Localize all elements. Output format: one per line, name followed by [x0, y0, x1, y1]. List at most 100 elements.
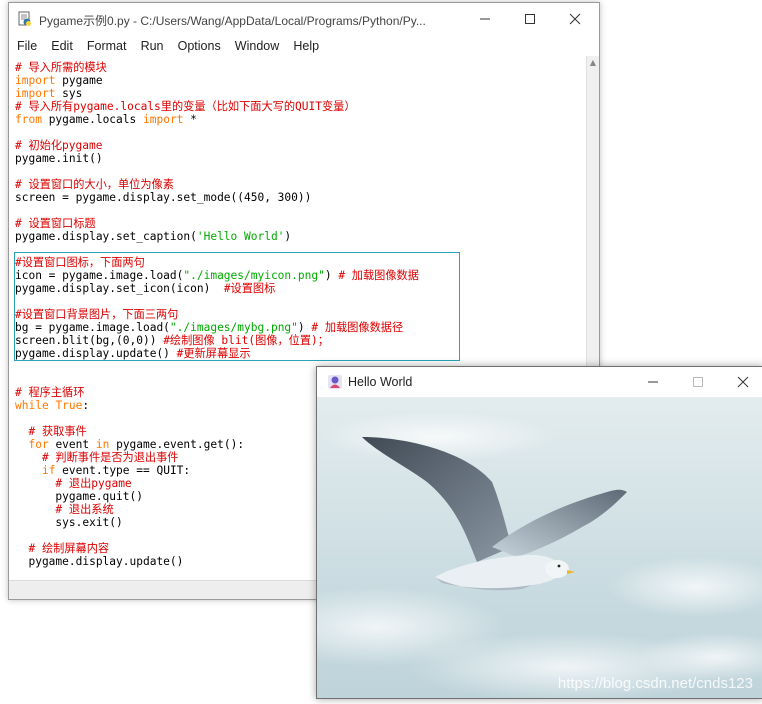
code-token: ) [284, 230, 292, 243]
pygame-close-button[interactable] [720, 367, 762, 397]
code-token: #设置窗口背景图片，下面三两句 [15, 308, 179, 321]
idle-titlebar[interactable]: Pygame示例0.py - C:/Users/Wang/AppData/Loc… [9, 3, 599, 35]
code-token: # 程序主循环 [15, 386, 85, 399]
code-token: event.type == QUIT: [55, 464, 191, 477]
code-token: import [143, 113, 184, 126]
menu-window[interactable]: Window [235, 36, 279, 56]
python-idle-icon [18, 11, 31, 26]
code-token: while [15, 399, 49, 412]
code-token: pygame.display.update() [15, 347, 177, 360]
code-token: pygame [55, 74, 103, 87]
close-icon [737, 376, 749, 388]
code-token: #设置窗口图标，下面两句 [15, 256, 145, 269]
code-token: # 退出pygame [15, 477, 132, 490]
menu-edit[interactable]: Edit [51, 36, 73, 56]
code-line: for event in pygame.event.get(): [15, 438, 244, 451]
code-token: pygame.display.update() [15, 555, 184, 568]
pygame-minimize-button[interactable] [630, 367, 676, 397]
close-button[interactable] [552, 3, 598, 35]
menu-help[interactable]: Help [293, 36, 319, 56]
code-line: #设置窗口图标，下面两句 [15, 256, 145, 269]
code-line: screen = pygame.display.set_mode((450, 3… [15, 191, 311, 204]
minimize-icon [648, 381, 658, 383]
maximize-icon [693, 377, 703, 387]
code-line: while True: [15, 399, 89, 412]
code-line: bg = pygame.image.load("./images/mybg.pn… [15, 321, 403, 334]
code-token: for [28, 438, 49, 451]
pygame-window: Hello World https://blog.csdn.net/cnds12… [316, 366, 762, 699]
menu-options[interactable]: Options [178, 36, 221, 56]
code-token: sys.exit() [15, 516, 123, 529]
code-token: pygame.display.set_caption( [15, 230, 197, 243]
menu-run[interactable]: Run [141, 36, 164, 56]
code-line: # 程序主循环 [15, 386, 84, 399]
code-line: if event.type == QUIT: [15, 464, 190, 477]
code-token: # 初始化pygame [15, 139, 103, 152]
code-token: * [183, 113, 197, 126]
code-line: pygame.display.set_caption('Hello World'… [15, 230, 291, 243]
minimize-icon [480, 18, 490, 20]
code-token: # 判断事件是否为退出事件 [15, 451, 179, 464]
code-token: 'Hello World' [196, 230, 285, 243]
code-token: pygame.display.set_icon(icon) [15, 282, 224, 295]
code-token: # 加载图像数据 [338, 269, 419, 282]
code-token: bg = pygame.image.load( [15, 321, 170, 334]
code-token: pygame.event.get(): [109, 438, 245, 451]
seagull-background-image [317, 412, 762, 698]
code-line: pygame.display.update() [15, 555, 183, 568]
close-icon [569, 13, 581, 25]
code-line: # 导入所需的模块 [15, 61, 107, 74]
code-line: # 判断事件是否为退出事件 [15, 451, 179, 464]
code-token: # 获取事件 [15, 425, 87, 438]
menu-file[interactable]: File [17, 36, 37, 56]
code-token: from [15, 113, 42, 126]
code-line: icon = pygame.image.load("./images/myico… [15, 269, 419, 282]
code-line: import sys [15, 87, 82, 100]
pygame-maximize-button[interactable] [675, 367, 721, 397]
code-token: import [15, 74, 56, 87]
maximize-button[interactable] [507, 3, 553, 35]
menubar: File Edit Format Run Options Window Help [9, 35, 599, 55]
code-token: True [55, 399, 83, 412]
code-token: if [41, 464, 56, 477]
code-token: event [48, 438, 96, 451]
code-token: # 设置窗口的大小，单位为像素 [15, 178, 174, 191]
code-token: pygame.locals [41, 113, 143, 126]
window-title: Pygame示例0.py - C:/Users/Wang/AppData/Loc… [39, 14, 426, 28]
code-token: sys [55, 87, 83, 100]
code-token: "./images/mybg.png" [169, 321, 298, 334]
code-token: #设置图标 [223, 282, 276, 295]
code-token: import [15, 87, 56, 100]
code-line: # 设置窗口的大小，单位为像素 [15, 178, 174, 191]
code-line: screen.blit(bg,(0,0)) #绘制图像 blit(图像，位置)； [15, 334, 329, 347]
code-line: # 获取事件 [15, 425, 87, 438]
maximize-icon [525, 14, 535, 24]
code-token: : [82, 399, 90, 412]
code-token: # 导入所有pygame.locals里的变量（比如下面大写的QUIT变量） [15, 100, 356, 113]
code-token: "./images/myicon.png" [183, 269, 325, 282]
code-token: # 设置窗口标题 [15, 217, 96, 230]
code-token: in [95, 438, 110, 451]
code-line: # 导入所有pygame.locals里的变量（比如下面大写的QUIT变量） [15, 100, 356, 113]
code-token: # 加载图像数据径 [311, 321, 404, 334]
pygame-titlebar[interactable]: Hello World [317, 367, 762, 397]
code-token: # 导入所需的模块 [15, 61, 107, 74]
code-line: import pygame [15, 74, 103, 87]
pygame-canvas: https://blog.csdn.net/cnds123 [317, 397, 762, 698]
scroll-up-icon[interactable]: ▲ [587, 58, 599, 67]
watermark-text: https://blog.csdn.net/cnds123 [557, 675, 753, 692]
code-token: ) [297, 321, 312, 334]
code-line: pygame.display.set_icon(icon) #设置图标 [15, 282, 275, 295]
code-line: # 初始化pygame [15, 139, 102, 152]
minimize-button[interactable] [462, 3, 508, 35]
code-token: pygame.quit() [15, 490, 143, 503]
code-line: # 退出系统 [15, 503, 114, 516]
code-token: pygame.init() [15, 152, 103, 165]
code-token: # 退出系统 [15, 503, 114, 516]
menu-format[interactable]: Format [87, 36, 127, 56]
code-token: # 绘制屏幕内容 [15, 542, 110, 555]
code-token: ) [324, 269, 339, 282]
pygame-window-title: Hello World [348, 375, 413, 389]
